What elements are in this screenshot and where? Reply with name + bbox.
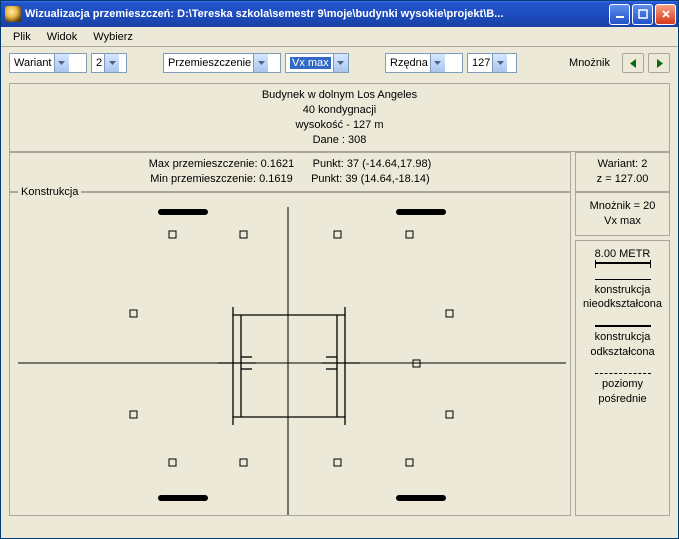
menu-select[interactable]: Wybierz [85,29,141,45]
close-button[interactable] [655,4,676,25]
side-mnoznik-line2: Vx max [580,214,665,229]
przemieszczenie-value-combo[interactable]: Vx max [285,53,349,73]
legend2-line1: konstrukcja [580,330,665,345]
right-info-line1: Wariant: 2 [582,157,663,172]
right-info-panel: Wariant: 2 z = 127.00 [575,152,670,192]
menu-file[interactable]: Plik [5,29,39,45]
side-legend-panel: 8.00 METR konstrukcja nieodkształcona ko… [575,240,670,516]
app-icon [5,6,21,22]
przemieszczenie-value: Vx max [290,57,331,69]
max-disp-point: Punkt: 37 (-14.64,17.98) [313,158,432,170]
header-line4: Dane : 308 [16,133,663,148]
mnoznik-label: Mnożnik [569,57,610,69]
group-label: Konstrukcja [18,186,81,198]
stats-panel: Max przemieszczenie: 0.1621 Punkt: 37 (-… [9,152,571,192]
wariant-value-combo[interactable]: 2 [91,53,127,73]
min-disp-label: Min przemieszczenie: 0.1619 [150,173,292,185]
arrow-right-icon [655,59,664,68]
maximize-button[interactable] [632,4,653,25]
przemieszczenie-label-combo[interactable]: Przemieszczenie [163,53,281,73]
legend1-line2: nieodkształcona [580,297,665,312]
header-line1: Budynek w dolnym Los Angeles [16,88,663,103]
rzedna-label-text: Rzędna [390,57,428,69]
przemieszczenie-label-text: Przemieszczenie [168,57,251,69]
chevron-down-icon [104,54,119,72]
arrow-left-icon [629,59,638,68]
menu-bar: Plik Widok Wybierz [1,27,678,47]
wariant-label-text: Wariant [14,57,52,69]
window-title: Wizualizacja przemieszczeń: D:\Tereska s… [25,8,609,20]
chevron-down-icon [54,54,69,72]
minimize-button[interactable] [609,4,630,25]
rzedna-label-combo[interactable]: Rzędna [385,53,463,73]
legend-line-dashed-icon [595,373,651,374]
chevron-down-icon [492,54,507,72]
title-bar: Wizualizacja przemieszczeń: D:\Tereska s… [1,1,678,27]
side-mnoznik-panel: Mnożnik = 20 Vx max [575,192,670,236]
construction-panel: Konstrukcja [9,192,571,516]
wariant-label-combo[interactable]: Wariant [9,53,87,73]
toolbar: Wariant 2 Przemieszczenie Vx max Rzędna … [1,47,678,79]
max-disp-label: Max przemieszczenie: 0.1621 [149,158,295,170]
side-mnoznik-line1: Mnożnik = 20 [580,199,665,214]
min-disp-point: Punkt: 39 (14.64,-18.14) [311,173,430,185]
header-line2: 40 kondygnacji [16,103,663,118]
rzedna-value-combo[interactable]: 127 [467,53,517,73]
right-info-line2: z = 127.00 [582,172,663,187]
header-line3: wysokość - 127 m [16,118,663,133]
scale-label: 8.00 METR [580,247,665,262]
scale-bar-icon [595,262,651,264]
legend2-line2: odkształcona [580,345,665,360]
prev-button[interactable] [622,53,644,73]
legend-line-thin-icon [595,279,651,280]
legend3-line2: pośrednie [580,392,665,407]
wariant-value: 2 [96,57,102,69]
menu-view[interactable]: Widok [39,29,86,45]
header-panel: Budynek w dolnym Los Angeles 40 kondygna… [9,83,670,152]
legend1-line1: konstrukcja [580,283,665,298]
next-button[interactable] [648,53,670,73]
chevron-down-icon [253,54,268,72]
legend-line-thick-icon [595,325,651,327]
rzedna-value: 127 [472,57,490,69]
construction-canvas [14,195,570,515]
chevron-down-icon [333,54,348,72]
chevron-down-icon [430,54,445,72]
legend3-line1: poziomy [580,377,665,392]
